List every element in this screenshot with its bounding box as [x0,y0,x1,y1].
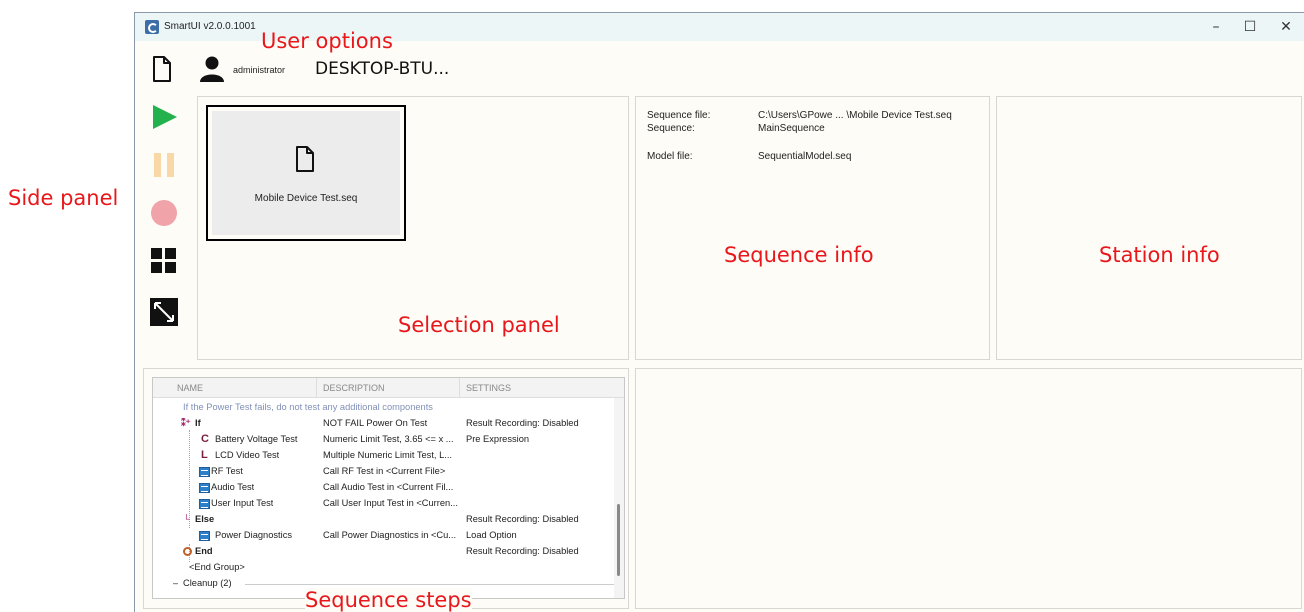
stop-button[interactable] [149,197,181,229]
pause-icon [154,153,174,177]
steps-grid[interactable]: NAME DESCRIPTION SETTINGS If the Power T… [152,377,625,599]
step-row[interactable]: Audio Test Call Audio Test in <Current F… [153,480,613,496]
sequence-info-panel: Sequence file: C:\Users\GPowe ... \Mobil… [635,96,990,360]
else-icon: └ [183,514,190,524]
column-header-settings[interactable]: SETTINGS [466,383,511,393]
collapse-icon[interactable]: – [173,578,178,588]
sequence-steps-panel: NAME DESCRIPTION SETTINGS If the Power T… [143,368,629,612]
annotation-sequence-steps: Sequence steps [305,588,472,612]
app-window: SmartUI v2.0.0.1001 – ☐ ✕ User options a… [134,12,1304,612]
selection-panel: Mobile Device Test.seq Selection panel [197,96,629,360]
model-file-value: SequentialModel.seq [758,151,852,162]
annotation-sequence-info: Sequence info [724,243,874,267]
record-stop-icon [151,200,177,226]
steps-scrollbar-thumb[interactable] [617,504,620,576]
station-info-panel: Station info [996,96,1302,360]
end-icon [183,547,192,556]
maximize-button[interactable]: ☐ [1231,13,1269,41]
resize-icon [150,298,178,326]
sequence-call-icon [199,499,210,509]
numeric-limit-icon: C [201,433,209,445]
sequence-file-card[interactable]: Mobile Device Test.seq [206,105,406,241]
run-button[interactable] [149,101,181,133]
steps-scrollbar[interactable] [614,398,624,598]
new-file-button[interactable] [151,55,173,83]
annotation-user-options: User options [261,29,393,53]
app-logo-icon [145,20,159,34]
step-row[interactable]: User Input Test Call User Input Test in … [153,496,613,512]
sequence-file-value: C:\Users\GPowe ... \Mobile Device Test.s… [758,110,952,121]
station-name: DESKTOP-BTU... [315,59,450,79]
step-comment[interactable]: If the Power Test fails, do not test any… [153,400,613,416]
output-panel [635,368,1302,609]
step-row[interactable]: ⁑⁺ If NOT FAIL Power On Test Result Reco… [153,416,613,432]
sequence-card-label: Mobile Device Test.seq [254,193,358,204]
user-icon [200,56,224,82]
step-row[interactable]: C Battery Voltage Test Numeric Limit Tes… [153,432,613,448]
layout-button[interactable] [149,245,181,277]
window-title: SmartUI v2.0.0.1001 [164,21,256,32]
model-file-label: Model file: [647,151,693,162]
if-icon: ⁑⁺ [181,418,191,428]
play-icon [153,105,177,129]
user-avatar[interactable] [197,55,227,83]
file-icon [296,146,314,172]
minimize-button[interactable]: – [1197,13,1235,41]
steps-grid-header: NAME DESCRIPTION SETTINGS [153,378,624,398]
sequence-call-icon [199,531,210,541]
sequence-call-icon [199,467,210,477]
annotation-selection-panel: Selection panel [398,313,560,337]
step-row[interactable]: L LCD Video Test Multiple Numeric Limit … [153,448,613,464]
step-row[interactable]: RF Test Call RF Test in <Current File> [153,464,613,480]
annotation-side-panel: Side panel [8,186,119,210]
resize-button[interactable] [149,297,181,329]
sequence-file-label: Sequence file: [647,110,711,121]
username-label: administrator [233,65,286,75]
step-row[interactable]: <End Group> [153,560,613,576]
column-header-description[interactable]: DESCRIPTION [323,383,385,393]
annotation-station-info: Station info [1099,243,1220,267]
column-header-name[interactable]: NAME [177,383,203,393]
multi-limit-icon: L [201,449,208,461]
pause-button[interactable] [149,149,181,181]
sequence-label: Sequence: [647,123,695,134]
grid-icon [151,248,176,273]
close-button[interactable]: ✕ [1267,13,1304,41]
step-row[interactable]: Power Diagnostics Call Power Diagnostics… [153,528,613,544]
step-row[interactable]: └ Else Result Recording: Disabled [153,512,613,528]
sequence-value: MainSequence [758,123,825,134]
sequence-call-icon [199,483,210,493]
step-row[interactable]: End Result Recording: Disabled [153,544,613,560]
file-icon [153,56,171,82]
